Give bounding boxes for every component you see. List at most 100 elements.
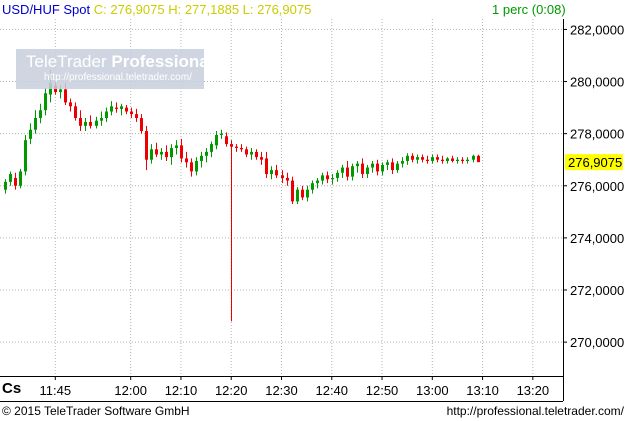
x-tick-label: 12:10 [165,383,198,398]
y-tick-label: 270,0000 [570,335,624,350]
candle-body-down [125,107,128,112]
candle-body-up [351,166,354,177]
candle-body-up [170,147,173,158]
candle-body-down [255,151,258,158]
instrument-name: USD/HUF Spot [2,2,91,17]
candle-body-up [39,110,42,119]
candle-body-up [84,121,87,126]
candle-body-down [185,158,188,163]
candle-body-up [100,118,103,121]
candle-body-down [281,175,284,178]
x-tick-label: 12:30 [265,383,298,398]
interval-label[interactable]: 1 perc (0:08) [492,0,566,19]
x-tick-label: 13:20 [517,383,550,398]
candle-body-up [356,163,359,167]
candle-body-up [250,151,253,155]
candle-body-down [74,106,77,119]
last-price-marker: 276,9075 [565,154,623,171]
instrument-info: USD/HUF Spot C: 276,9075 H: 277,1885 L: … [2,0,311,19]
copyright-text: © 2015 TeleTrader Software GmbH [2,404,190,418]
candle-body-down [115,107,118,109]
candle-body-down [89,121,92,126]
chart-footer: © 2015 TeleTrader Software GmbH http://p… [0,402,626,421]
candle-body-down [140,118,143,132]
candle-body-up [316,180,319,184]
candle-body-down [441,159,444,162]
candle-body-up [9,174,12,182]
candle-body-up [341,167,344,173]
candle-body-down [275,170,278,176]
y-axis-ticks: 282,0000 280,0000 278,0000 276,0000 274,0000… [563,22,624,350]
x-tick-label: 13:00 [416,383,449,398]
x-tick-label: 12:20 [215,383,248,398]
candle-body-up [416,157,419,160]
y-tick-label: 280,0000 [570,75,624,90]
candle-body-down [361,163,364,175]
candle-body-up [120,106,123,109]
chart-header: USD/HUF Spot C: 276,9075 H: 277,1885 L: … [0,0,626,19]
candle-body-up [296,189,299,202]
candle-body-up [456,159,459,162]
candle-body-up [160,151,163,155]
candle-body-down [291,180,294,202]
logo-url: http://professional.teletrader.com/ [44,72,192,83]
candle-body-up [24,140,27,172]
candle-body-down [346,167,349,177]
candle-body-down [165,151,168,158]
candle-body-down [230,144,233,147]
candle-body-down [326,175,329,180]
candle-body-up [220,133,223,135]
candle-body-down [245,149,248,155]
candle-body-down [376,163,379,172]
candle-body-down [145,131,148,160]
candle-body-down [421,157,424,160]
candle-body-up [366,167,369,175]
candle-body-down [451,158,454,162]
candles [4,69,480,322]
candle-body-up [336,172,339,178]
ohlc-readout: C: 276,9075 H: 277,1885 L: 276,9075 [93,2,312,17]
candle-body-down [286,177,289,181]
candle-body-up [205,151,208,156]
candle-body-down [135,114,138,119]
candle-body-up [466,159,469,162]
candle-body-up [401,161,404,164]
plot-area[interactable]: 282,0000 280,0000 278,0000 276,0000 274,0000… [0,19,624,402]
candle-body-down [235,146,238,148]
candle-body-up [195,161,198,172]
candle-body-up [210,144,213,152]
candle-body-up [371,163,374,168]
candle-body-up [331,177,334,180]
y-tick-label: 274,0000 [570,231,624,246]
candle-body-up [59,89,62,92]
candle-body-up [19,171,22,186]
x-tick-label: 13:10 [466,383,499,398]
candle-body-up [306,189,309,198]
y-tick-label: 276,0000 [570,179,624,194]
candle-body-down [391,162,394,171]
last-price-label: 276,9075 [568,155,622,170]
candle-body-up [4,181,7,190]
candle-body-up [34,118,37,130]
candle-body-up [105,111,108,119]
candle-body-down [225,136,228,145]
x-axis-title: Cs [2,380,22,397]
candle-body-up [110,106,113,112]
y-tick-label: 282,0000 [570,22,624,37]
candle-body-up [321,175,324,181]
candle-body-up [446,158,449,162]
candle-body-down [180,145,183,159]
logo-brand: TeleTrader Professional [26,52,213,72]
candle-body-up [406,155,409,162]
website-link[interactable]: http://professional.teletrader.com/ [447,402,624,421]
candle-body-down [190,162,193,172]
candle-body-down [436,157,439,160]
y-tick-label: 272,0000 [570,283,624,298]
candle-body-up [431,157,434,162]
candle-body-up [311,183,314,190]
x-tick-label: 11:45 [40,383,72,398]
candle-body-up [381,164,384,172]
logo-brand-bold: Professional [111,52,214,71]
candle-body-down [240,147,243,150]
y-tick-label: 278,0000 [570,127,624,142]
